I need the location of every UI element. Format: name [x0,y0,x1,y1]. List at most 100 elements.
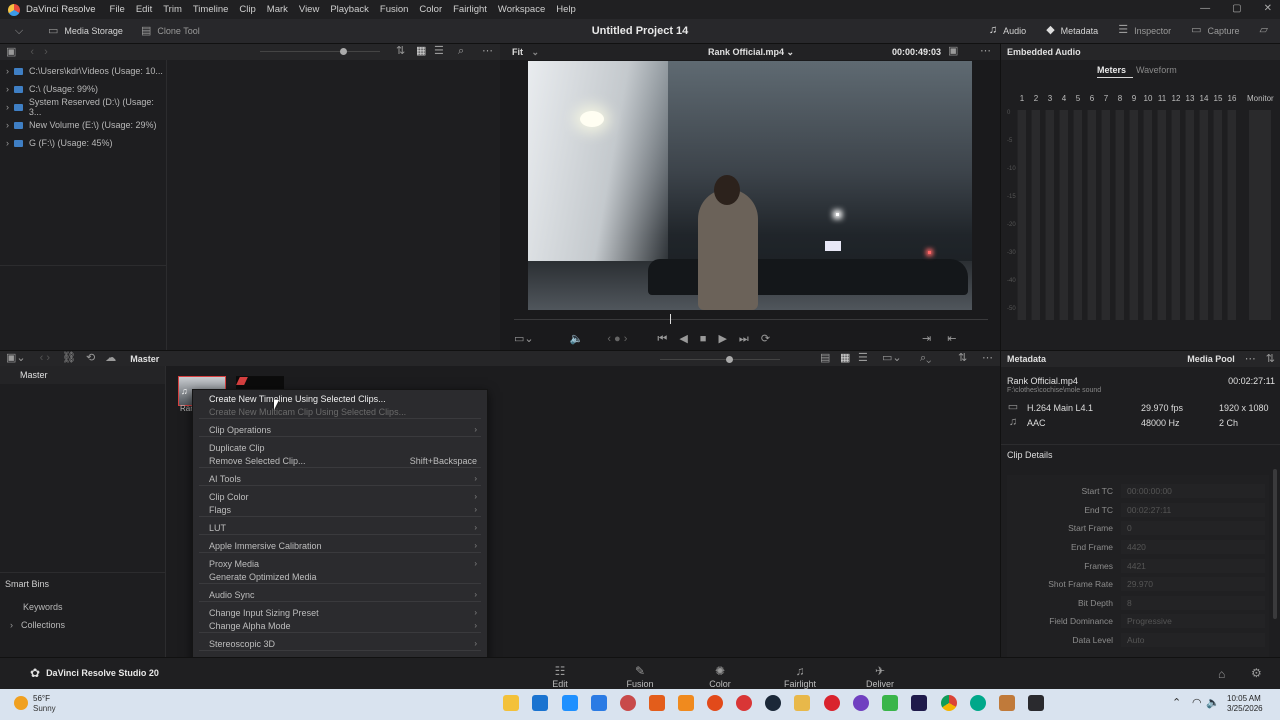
viewer-mode-icon[interactable]: ▣ [948,46,958,57]
chevron-right-icon[interactable]: › [6,120,9,130]
context-menu-item[interactable]: Generate Optimized Media [209,570,477,583]
more-options-icon[interactable]: ⋯ [982,353,993,364]
menu-item-help[interactable]: Help [556,4,576,15]
file-explorer-icon[interactable] [503,695,519,711]
page-tab-color[interactable]: ✺ Color [690,664,750,689]
volume-icon[interactable]: 🔈 [570,333,584,345]
clone-tool-button[interactable]: ▤ Clone Tool [141,25,200,37]
more-options-icon[interactable]: ⋯ [1245,353,1256,365]
more-options-icon[interactable]: ⋯ [482,46,493,57]
media-storage-button[interactable]: ▭ Media Storage [48,25,123,37]
minimize-icon[interactable]: — [1200,3,1210,14]
drive-item[interactable]: › G (F:\) (Usage: 45%) [6,134,166,152]
field-value[interactable]: 0 [1121,521,1265,536]
app-icon-3[interactable] [562,695,578,711]
mark-in-icon[interactable]: ⇥ [922,333,931,345]
menu-item-fusion[interactable]: Fusion [380,4,409,15]
context-menu-item[interactable]: Duplicate Clip [209,441,477,454]
field-value[interactable]: 00:00:00:00 [1121,484,1265,499]
context-menu-item[interactable]: Clip Color › [209,490,477,503]
opera-icon[interactable] [824,695,840,711]
drive-item[interactable]: › System Reserved (D:\) (Usage: 3... [6,97,166,117]
metadata-button[interactable]: ◆ Metadata [1046,25,1098,36]
chevron-right-icon[interactable]: › [6,66,9,76]
app-icon-17[interactable] [970,695,986,711]
menu-item-fairlight[interactable]: Fairlight [453,4,487,15]
menu-item-workspace[interactable]: Workspace [498,4,545,15]
tab-meters[interactable]: Meters [1097,65,1126,75]
more-options-icon[interactable]: ⋯ [980,46,991,57]
menu-item-mark[interactable]: Mark [267,4,288,15]
playhead[interactable] [670,314,671,324]
jog-icon[interactable]: ‹ ● › [607,333,627,345]
chrome-icon[interactable] [941,695,957,711]
context-menu-item[interactable]: Remove Selected Clip... Shift+Backspace [209,454,477,467]
app-icon-8[interactable] [707,695,723,711]
volume-icon[interactable]: 🔈 [1206,698,1220,709]
chevron-right-icon[interactable]: › [6,102,9,112]
list-view-icon[interactable]: ☰ [434,46,444,57]
play-icon[interactable]: ▶ [718,333,726,345]
chevron-right-icon[interactable]: › [6,84,9,94]
back-icon[interactable]: ‹ [30,46,34,58]
sort-icon[interactable]: ⇅ [958,353,967,364]
wifi-icon[interactable]: ◠ [1192,698,1202,709]
cloud-icon[interactable]: ☁ [105,353,116,364]
menu-item-edit[interactable]: Edit [136,4,152,15]
steam-icon[interactable] [765,695,781,711]
zoom-fit-select[interactable]: Fit ⌄ [512,47,539,58]
context-menu-item[interactable]: Stereoscopic 3D › [209,637,477,650]
viewer-options-icon[interactable]: ▭⌄ [514,333,534,345]
context-menu-item[interactable]: LUT › [209,521,477,534]
menu-item-view[interactable]: View [299,4,319,15]
search-icon[interactable]: ⌕⌄ [920,353,931,364]
store-icon[interactable] [532,695,548,711]
context-menu-item[interactable]: Change Input Sizing Preset › [209,606,477,619]
thumbnail-size-slider[interactable] [340,48,347,55]
grid-view-icon[interactable]: ▦ [416,46,426,57]
audio-button[interactable]: ♫ Audio [989,25,1026,36]
clip-name-dropdown[interactable]: Rank Official.mp4 ⌄ [708,47,794,58]
skip-to-end-icon[interactable]: ⏭ [739,333,749,345]
sort-icon[interactable]: ⇅ [1266,353,1275,365]
page-tab-fairlight[interactable]: ♫ Fairlight [770,664,830,689]
field-value[interactable]: 8 [1121,595,1265,610]
panel-toggle-icon[interactable]: ⌵ [12,25,26,37]
davinci-resolve-taskbar-icon[interactable] [1028,695,1044,711]
grid-view-icon[interactable]: ▦ [840,353,850,364]
scrollbar[interactable] [1273,469,1277,619]
drive-item[interactable]: › New Volume (E:\) (Usage: 29%) [6,116,166,134]
search-icon[interactable]: ⌕ [458,46,464,57]
after-effects-icon[interactable] [911,695,927,711]
page-tab-deliver[interactable]: ✈ Deliver [850,664,910,689]
context-menu-item[interactable]: Clip Operations › [209,423,477,436]
field-value[interactable]: 4420 [1121,540,1265,555]
chevron-right-icon[interactable]: › [10,620,13,630]
loop-icon[interactable]: ⟳ [761,333,770,345]
back-icon[interactable]: ‹ › [40,353,50,364]
context-menu-item[interactable]: Proxy Media › [209,557,477,570]
app-icon-5[interactable] [620,695,636,711]
menu-item-clip[interactable]: Clip [239,4,255,15]
sidebar-icon[interactable]: ▣ [6,46,16,58]
maximize-icon[interactable]: ▢ [1232,3,1241,14]
fullscreen-icon[interactable]: ▱ [1260,25,1268,36]
field-value[interactable]: 00:02:27:11 [1121,502,1265,517]
sort-icon[interactable]: ⇅ [396,46,405,57]
bin-item[interactable]: Master [0,366,165,384]
app-icon-9[interactable] [736,695,752,711]
inspector-button[interactable]: ☰ Inspector [1118,25,1171,36]
smart-bin-item[interactable]: › Collections [10,616,65,634]
menu-item-playback[interactable]: Playback [330,4,369,15]
link-icon[interactable]: ⛓ [62,353,76,364]
drive-item[interactable]: › C:\ (Usage: 99%) [6,80,166,98]
metadata-view-icon[interactable]: ▤ [820,353,830,364]
tab-waveform[interactable]: Waveform [1136,65,1177,75]
mark-out-icon[interactable]: ⇤ [947,333,956,345]
context-menu-item[interactable]: Change Alpha Mode › [209,619,477,632]
close-icon[interactable]: ✕ [1264,3,1272,14]
forward-icon[interactable]: › [44,46,48,58]
settings-icon[interactable]: ⚙ [1251,667,1262,679]
menu-item-color[interactable]: Color [419,4,442,15]
bin-list-toggle-icon[interactable]: ▣⌄ [6,353,26,364]
